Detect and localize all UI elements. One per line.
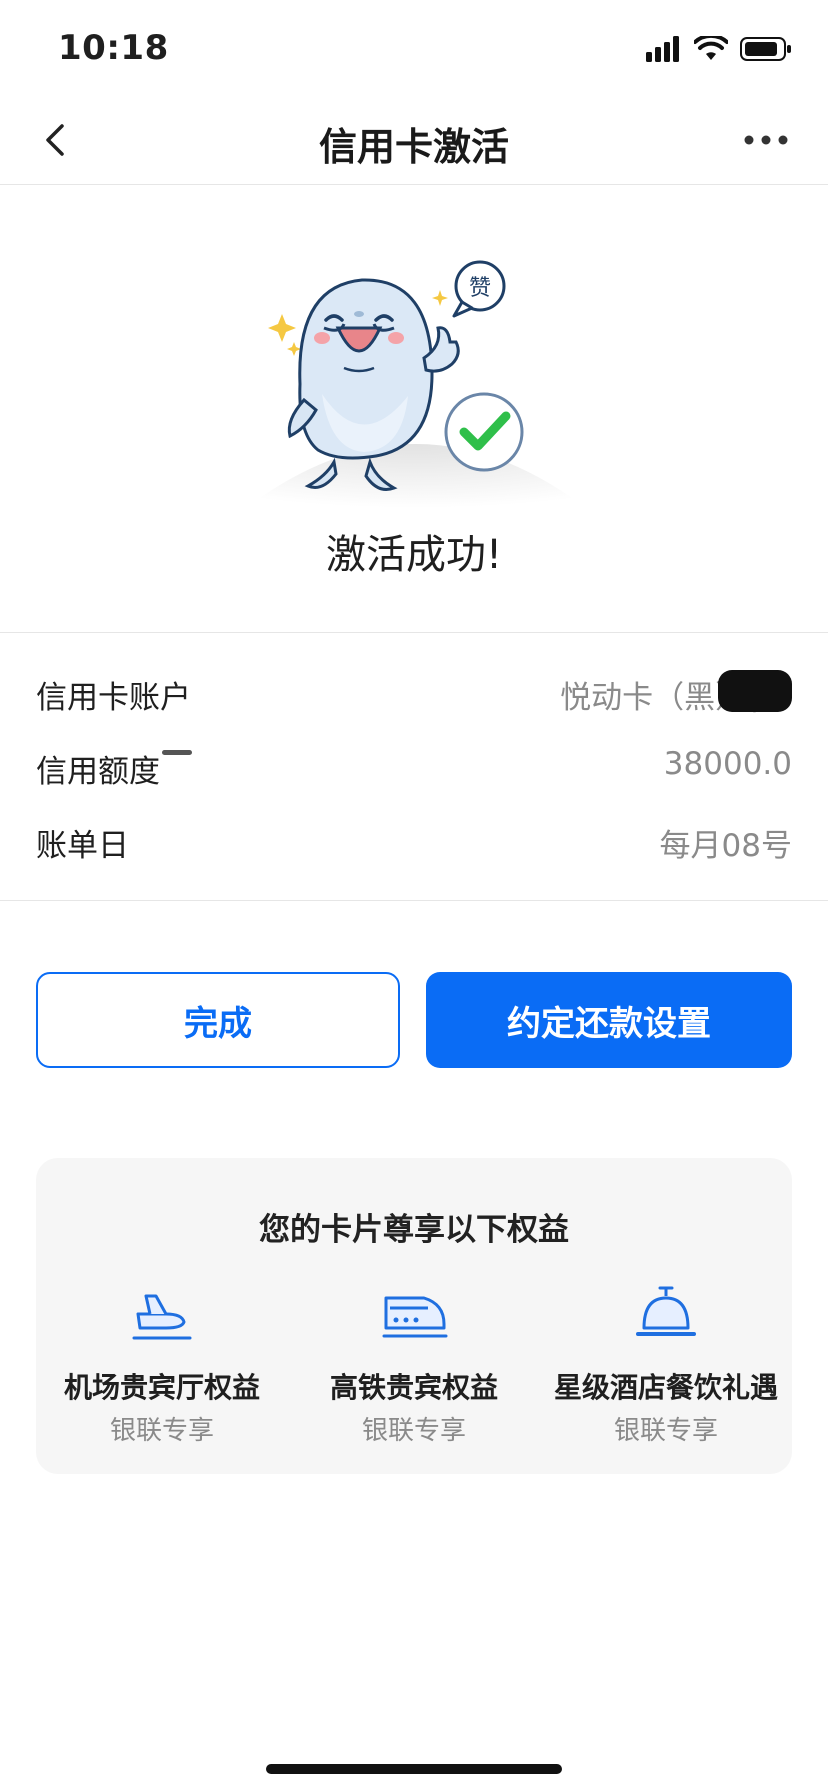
info-label: 信用卡账户	[36, 680, 191, 716]
airplane-icon	[132, 1294, 192, 1340]
info-label: 信用额度	[36, 754, 160, 790]
benefits-card: 您的卡片尊享以下权益 机场贵宾厅权益 银联专享 高铁贵宾权益 银联专享 星级酒店…	[36, 1158, 792, 1474]
info-value: 每月08号	[659, 828, 792, 864]
benefit-sub: 银联专享	[613, 1416, 718, 1446]
info-row-account: 信用卡账户 悦动卡（黑）(6	[36, 670, 792, 716]
mascot-illustration: 赞	[226, 260, 606, 524]
info-row-credit-limit: 信用额度 38000.0	[36, 746, 792, 790]
redacted-mark	[162, 750, 192, 755]
wifi-icon	[694, 36, 728, 60]
success-check-icon	[444, 392, 524, 472]
success-title: 激活成功!	[325, 532, 503, 578]
home-indicator[interactable]	[266, 1764, 562, 1774]
service-bell-icon	[636, 1286, 696, 1336]
mascot-bubble-text: 赞	[469, 276, 491, 301]
train-icon	[382, 1296, 448, 1338]
nav-bar: 信用卡激活	[0, 96, 828, 185]
benefit-item-hotel-dining[interactable]: 星级酒店餐饮礼遇 银联专享	[540, 1284, 792, 1454]
redacted-mark	[718, 670, 792, 712]
page-title: 信用卡激活	[318, 125, 509, 169]
status-time: 10:18	[58, 28, 169, 68]
status-bar: 10:18	[0, 0, 828, 96]
info-label: 账单日	[36, 828, 129, 864]
benefit-name: 机场贵宾厅权益	[63, 1371, 260, 1404]
battery-icon	[740, 37, 791, 61]
benefit-sub: 银联专享	[109, 1416, 214, 1446]
activation-success-section: 赞 激活成功!	[0, 184, 828, 633]
done-button[interactable]: 完成	[36, 972, 400, 1068]
benefit-name: 高铁贵宾权益	[329, 1371, 498, 1404]
signal-icon	[646, 36, 679, 62]
benefit-item-high-speed-rail[interactable]: 高铁贵宾权益 银联专享	[288, 1284, 540, 1454]
more-dots-icon[interactable]	[744, 132, 788, 148]
benefit-sub: 银联专享	[361, 1416, 466, 1446]
info-row-statement-day: 账单日 每月08号	[36, 820, 792, 864]
info-value: 38000.0	[663, 746, 792, 782]
autopay-settings-button[interactable]: 约定还款设置	[426, 972, 792, 1068]
benefit-item-airport-lounge[interactable]: 机场贵宾厅权益 银联专享	[36, 1284, 288, 1454]
benefits-title: 您的卡片尊享以下权益	[259, 1212, 569, 1248]
benefit-name: 星级酒店餐饮礼遇	[553, 1371, 778, 1404]
status-icons	[646, 34, 792, 64]
card-info-list: 信用卡账户 悦动卡（黑）(6 信用额度 38000.0 账单日 每月08号	[0, 632, 828, 901]
